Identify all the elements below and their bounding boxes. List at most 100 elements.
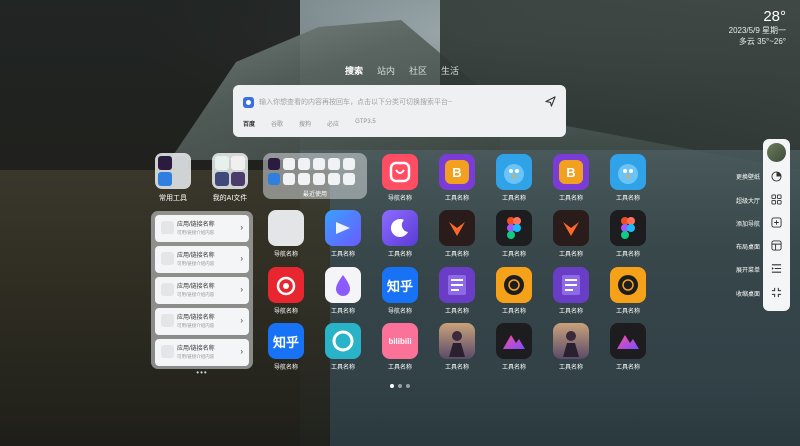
engine-sogou[interactable]: 搜狗 (299, 119, 311, 128)
app-tile[interactable]: 工具名称 (608, 267, 648, 315)
app-tile[interactable]: 工具名称 (608, 210, 648, 258)
list-item[interactable]: 应用/链接名称 可用/链接介绍内容 › (155, 277, 249, 304)
recent-app-icon[interactable] (313, 158, 325, 170)
app-tile[interactable]: 工具名称 (551, 323, 591, 371)
app-tile[interactable]: 工具名称 (437, 323, 477, 371)
engine-gpt[interactable]: GTP3.5 (355, 119, 376, 128)
recent-app-icon[interactable] (283, 173, 295, 185)
collapse-icon[interactable] (771, 287, 782, 298)
app-tile[interactable]: 工具名称 (494, 267, 534, 315)
recent-used-widget[interactable]: 最近使用 (263, 153, 367, 199)
app-label: 导航名称 (273, 365, 298, 371)
label-super-hall[interactable]: 超级大厅 (720, 196, 760, 205)
list-item-desc: 可用/链接介绍内容 (177, 261, 215, 266)
menu-expand-icon[interactable] (771, 263, 782, 274)
app-tile[interactable]: 工具名称 (494, 154, 534, 202)
label-change-wallpaper[interactable]: 更换壁纸 (720, 172, 760, 181)
chevron-right-icon: › (240, 254, 243, 263)
label-expand-menu[interactable]: 展开菜单 (720, 265, 760, 274)
app-tile[interactable]: B 工具名称 (551, 154, 591, 202)
grid-icon[interactable] (771, 194, 782, 205)
recent-app-icon[interactable] (313, 173, 325, 185)
app-icon (439, 210, 475, 246)
list-item-desc: 可用/链接介绍内容 (177, 323, 215, 328)
tab-search[interactable]: 搜索 (345, 64, 363, 77)
app-tile[interactable]: 工具名称 (437, 267, 477, 315)
folder-my-ai-files[interactable]: 我的AI文件 (212, 153, 248, 203)
ring-app-icon (325, 323, 361, 359)
app-tile[interactable]: bilibili 工具名称 (380, 323, 420, 371)
app-tile[interactable]: 工具名称 (551, 267, 591, 315)
app-tile[interactable]: 知乎 导航名称 (380, 267, 420, 315)
chevron-right-icon: › (240, 347, 243, 356)
label-add-nav[interactable]: 添加导航 (720, 219, 760, 228)
page-dot[interactable] (390, 384, 394, 388)
app-tile[interactable]: 导航名称 (266, 267, 306, 315)
search-tabs: 搜索 站内 社区 生活 (345, 64, 459, 77)
page-dot[interactable] (398, 384, 402, 388)
weather-widget[interactable]: 28° 2023/5/9 星期一 多云 35°~26° (729, 8, 786, 47)
list-item[interactable]: 应用/链接名称 可用/链接介绍内容 › (155, 308, 249, 335)
list-item-icon (161, 345, 174, 358)
app-tile[interactable]: 工具名称 (323, 323, 363, 371)
tab-site[interactable]: 站内 (377, 64, 395, 77)
camera-app-icon (496, 267, 532, 303)
list-item[interactable]: 应用/链接名称 可用/链接介绍内容 › (155, 215, 249, 242)
app-tile[interactable]: 导航名称 (266, 210, 306, 258)
avatar[interactable] (767, 143, 786, 162)
engine-bing[interactable]: 必应 (327, 119, 339, 128)
add-icon[interactable] (771, 217, 782, 228)
app-tile[interactable]: 导航名称 (380, 154, 420, 202)
engine-google[interactable]: 谷歌 (271, 119, 283, 128)
list-item-desc: 可用/链接介绍内容 (177, 354, 215, 359)
app-tile[interactable]: 工具名称 (437, 210, 477, 258)
recent-app-icon[interactable] (328, 158, 340, 170)
bold-b-icon: B (559, 160, 583, 184)
layout-icon[interactable] (771, 240, 782, 251)
app-label: 工具名称 (615, 365, 640, 371)
recent-app-icon[interactable] (343, 173, 355, 185)
recent-app-icon[interactable] (328, 173, 340, 185)
app-tile[interactable]: 工具名称 (380, 210, 420, 258)
app-tile[interactable]: 工具名称 (608, 323, 648, 371)
palette-icon[interactable] (771, 171, 782, 182)
zhihu-icon: 知乎 (268, 323, 304, 359)
bold-b-icon: B (445, 160, 469, 184)
tab-community[interactable]: 社区 (409, 64, 427, 77)
engine-baidu[interactable]: 百度 (243, 119, 255, 128)
bird-app-icon (610, 154, 646, 190)
app-tile[interactable]: 工具名称 (551, 210, 591, 258)
app-label: 工具名称 (444, 252, 469, 258)
list-item[interactable]: 应用/链接名称 可用/链接介绍内容 › (155, 339, 249, 366)
weather-temp: 28° (763, 8, 786, 25)
recent-app-icon[interactable] (268, 158, 280, 170)
app-tile[interactable]: 知乎 导航名称 (266, 323, 306, 371)
label-layout-desktop[interactable]: 布局桌面 (720, 242, 760, 251)
app-tile[interactable]: 工具名称 (323, 210, 363, 258)
recent-app-icon[interactable] (298, 173, 310, 185)
character-art-icon (439, 323, 475, 359)
app-tile[interactable]: B 工具名称 (437, 154, 477, 202)
recent-app-icon[interactable] (283, 158, 295, 170)
app-label: 工具名称 (501, 252, 526, 258)
list-item-desc: 可用/链接介绍内容 (177, 292, 215, 297)
app-tile[interactable]: 工具名称 (608, 154, 648, 202)
label-collapse-desktop[interactable]: 收缩桌面 (720, 289, 760, 298)
search-input[interactable]: 输入你想查看的内容再按回车，点击以下分类可切换搜索平台~ (259, 97, 452, 107)
app-icon: B (553, 154, 589, 190)
tab-life[interactable]: 生活 (441, 64, 459, 77)
app-label: 导航名称 (387, 196, 412, 202)
recent-app-icon[interactable] (268, 173, 280, 185)
folder-label: 常用工具 (159, 195, 187, 202)
baidu-engine-icon[interactable] (243, 96, 254, 108)
send-icon[interactable] (545, 96, 556, 107)
app-tile[interactable]: 工具名称 (323, 267, 363, 315)
list-item[interactable]: 应用/链接名称 可用/链接介绍内容 › (155, 246, 249, 273)
recent-app-icon[interactable] (298, 158, 310, 170)
app-tile[interactable]: 工具名称 (494, 210, 534, 258)
page-dot[interactable] (406, 384, 410, 388)
folder-box (212, 153, 248, 189)
app-tile[interactable]: 工具名称 (494, 323, 534, 371)
recent-app-icon[interactable] (343, 158, 355, 170)
folder-common-tools[interactable]: 常用工具 (155, 153, 191, 203)
